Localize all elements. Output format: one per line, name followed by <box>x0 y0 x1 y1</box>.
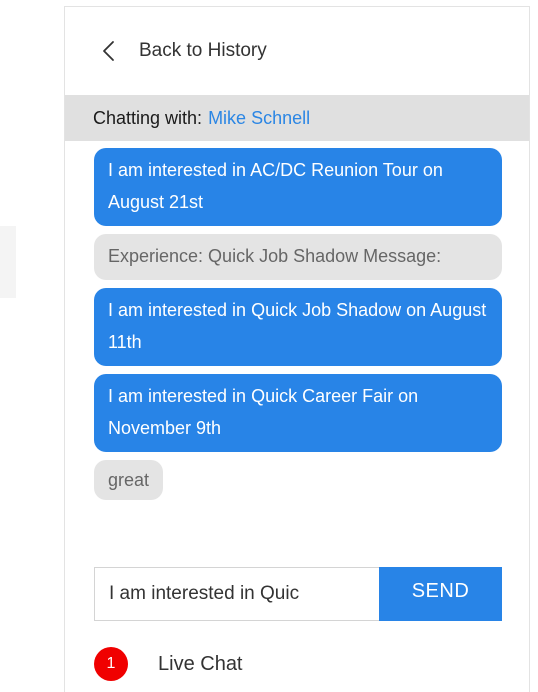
message-list: I am interested in AC/DC Reunion Tour on… <box>94 148 502 500</box>
chat-header: Chatting with: Mike Schnell <box>65 95 529 141</box>
message-bubble-received: great <box>94 460 164 500</box>
message-bubble-sent: I am interested in Quick Career Fair on … <box>94 374 502 452</box>
back-to-history-link[interactable]: Back to History <box>65 7 529 95</box>
live-chat-toggle[interactable]: 1 Live Chat <box>94 647 243 681</box>
send-button[interactable]: SEND <box>379 567 502 621</box>
page: Back to History Chatting with: Mike Schn… <box>0 0 538 692</box>
message-bubble-sent: I am interested in AC/DC Reunion Tour on… <box>94 148 502 226</box>
message-composer: SEND <box>94 567 502 621</box>
chevron-left-icon <box>101 40 117 62</box>
back-to-history-label: Back to History <box>139 40 267 61</box>
contact-name[interactable]: Mike Schnell <box>208 108 310 129</box>
background-panel <box>0 226 16 298</box>
chatting-with-label: Chatting with: <box>93 107 203 128</box>
message-input[interactable] <box>94 567 379 621</box>
live-chat-label: Live Chat <box>158 652 243 675</box>
message-bubble-received: Experience: Quick Job Shadow Message: <box>94 234 502 280</box>
chat-panel: Back to History Chatting with: Mike Schn… <box>64 6 530 692</box>
message-bubble-sent: I am interested in Quick Job Shadow on A… <box>94 288 502 366</box>
notification-badge: 1 <box>94 647 128 681</box>
